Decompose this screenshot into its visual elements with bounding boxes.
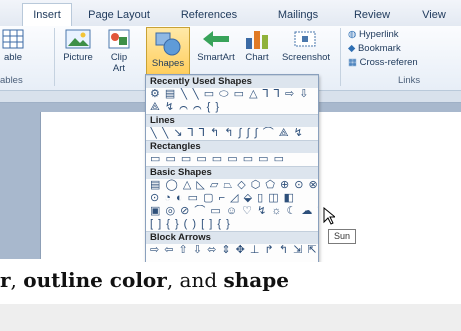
links-group-label: Links (398, 75, 421, 86)
globe-icon: ◍ (348, 29, 357, 40)
tables-group-label: ables (0, 75, 23, 86)
smartart-icon (203, 31, 229, 47)
shapes-button[interactable]: Shapes (146, 27, 190, 77)
chart-button[interactable]: Chart (242, 28, 272, 63)
gallery-section-rectangles: Rectangles ▭ ▭ ▭ ▭ ▭ ▭ ▭ ▭ ▭ (146, 140, 318, 166)
picture-button[interactable]: Picture (58, 28, 98, 63)
hyperlink-button[interactable]: ◍ Hyperlink (348, 28, 418, 42)
bookmark-icon: ◆ (348, 43, 356, 54)
ribbon-tabs: Insert Page Layout References Mailings R… (0, 0, 461, 27)
mouse-pointer-icon (323, 207, 335, 225)
shape-row[interactable]: ▭ ▭ ▭ ▭ ▭ ▭ ▭ ▭ ▭ (146, 153, 318, 166)
picture-label: Picture (63, 52, 93, 63)
shapes-gallery: Recently Used Shapes ⚙ ▤ ╲ ╲ ▭ ⬭ ▭ △ ⅂ ⅂… (145, 74, 319, 268)
section-title: Basic Shapes (146, 166, 318, 179)
tab-mailings[interactable]: Mailings (270, 4, 326, 26)
caption-part3: shape (223, 268, 289, 292)
section-title: Rectangles (146, 140, 318, 153)
shape-row[interactable]: ▣ ◎ ⊘ ⌒ ▭ ☺ ♡ ↯ ☼ ☾ ☁ ⌒ (146, 205, 318, 218)
group-divider (54, 28, 55, 86)
bookmark-button[interactable]: ◆ Bookmark (348, 42, 418, 56)
section-title: Block Arrows (146, 231, 318, 244)
tab-references[interactable]: References (176, 4, 242, 26)
tab-insert[interactable]: Insert (22, 3, 72, 26)
clipart-button[interactable]: Clip Art (104, 28, 134, 74)
shapes-label: Shapes (151, 58, 185, 69)
group-divider (340, 28, 341, 86)
gallery-section-recent: Recently Used Shapes ⚙ ▤ ╲ ╲ ▭ ⬭ ▭ △ ⅂ ⅂… (146, 75, 318, 114)
shape-row[interactable]: ╲ ╲ ↘ ⅂ ⅂ ↰ ↰ ∫ ∫ ∫ ⌒ ⟁ ↯ (146, 127, 318, 140)
shape-row[interactable]: ⟁ ↯ ⌒ ⌒ { } (146, 101, 318, 114)
tab-view[interactable]: View (416, 4, 452, 26)
bottom-strip (0, 304, 461, 331)
crossref-button[interactable]: ▦ Cross-referen (348, 56, 418, 70)
picture-icon (65, 29, 91, 49)
caption-sep1: , (10, 268, 24, 292)
chart-icon (246, 31, 268, 49)
table-button[interactable]: able (0, 28, 26, 63)
crossref-label: Cross-referen (359, 57, 418, 68)
shape-row[interactable]: [ ] { } ( ) [ ] { } (146, 218, 318, 231)
shape-row[interactable]: ⇨ ⇦ ⇧ ⇩ ⬄ ⇕ ✥ ⊥ ↱ ↰ ⇲ ⇱ (146, 244, 318, 257)
gallery-section-block-arrows: Block Arrows ⇨ ⇦ ⇧ ⇩ ⬄ ⇕ ✥ ⊥ ↱ ↰ ⇲ ⇱ (146, 231, 318, 257)
screenshot-button[interactable]: Screenshot (276, 28, 336, 63)
caption-text: r, outline color, and shape (0, 268, 289, 292)
caption-part2: outline color (23, 268, 167, 292)
hyperlink-label: Hyperlink (358, 29, 399, 40)
screenshot-label: Screenshot (281, 52, 331, 63)
tooltip: Sun (328, 229, 356, 244)
links-group: ◍ Hyperlink ◆ Bookmark ▦ Cross-referen (348, 28, 418, 70)
smartart-button[interactable]: SmartArt (194, 28, 238, 63)
shape-row[interactable]: ▤ ◯ △ ◺ ▱ ⏢ ◇ ⬡ ⬠ ⊕ ⊙ ⊗ (146, 179, 318, 192)
table-label: able (4, 52, 22, 63)
clipart-icon (108, 29, 130, 49)
crossref-icon: ▦ (348, 57, 357, 68)
shapes-icon (155, 32, 181, 56)
section-title: Recently Used Shapes (146, 75, 318, 88)
gallery-section-basic: Basic Shapes ▤ ◯ △ ◺ ▱ ⏢ ◇ ⬡ ⬠ ⊕ ⊙ ⊗ ⊙ ◔… (146, 166, 318, 231)
gallery-section-lines: Lines ╲ ╲ ↘ ⅂ ⅂ ↰ ↰ ∫ ∫ ∫ ⌒ ⟁ ↯ (146, 114, 318, 140)
tab-review[interactable]: Review (350, 4, 394, 26)
screenshot-icon (294, 31, 316, 47)
bookmark-label: Bookmark (357, 43, 401, 54)
section-title: Lines (146, 114, 318, 127)
table-icon (2, 29, 24, 49)
caption-sep2: , and (166, 268, 224, 292)
smartart-label: SmartArt (197, 52, 235, 63)
clipart-label: Clip Art (110, 52, 128, 74)
caption-part1: r (0, 268, 11, 292)
shape-row[interactable]: ⊙ ◔ ◐ ▭ ▢ ⌐ ◿ ⬙ ▯ ◫ ◧ (146, 192, 318, 205)
chart-label: Chart (245, 52, 269, 63)
shape-row[interactable]: ⚙ ▤ ╲ ╲ ▭ ⬭ ▭ △ ⅂ ⅂ ⇨ ⇩ (146, 88, 318, 101)
tab-page-layout[interactable]: Page Layout (84, 4, 154, 26)
